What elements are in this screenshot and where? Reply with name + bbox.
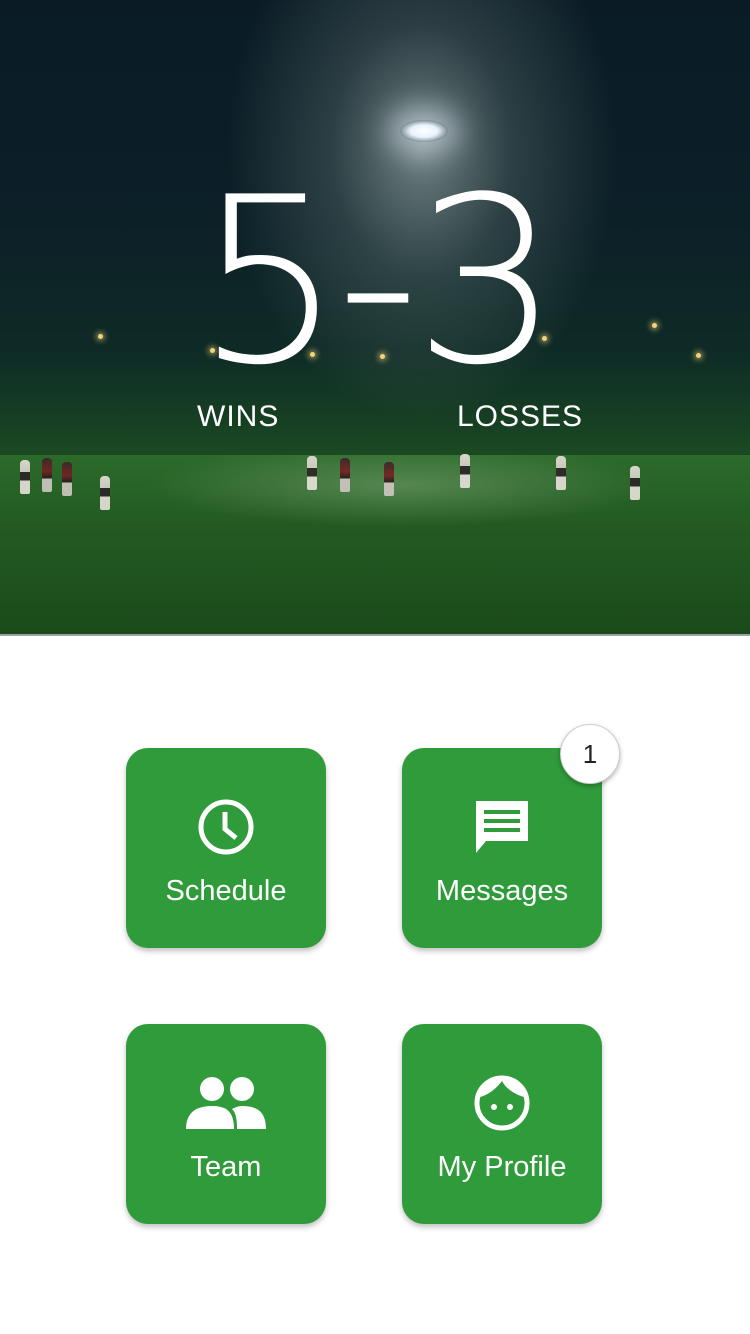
face-icon [402,1068,602,1138]
messages-label: Messages [435,875,569,907]
schedule-label: Schedule [165,875,287,907]
hero-banner: 5-3 WINS LOSSES [0,0,750,636]
clock-icon [126,792,326,862]
stadium-light [400,120,448,142]
people-icon [126,1068,326,1138]
wins-label: WINS [197,400,280,433]
my-profile-label: My Profile [437,1151,567,1183]
my-profile-button[interactable]: My Profile [402,1024,602,1224]
losses-label: LOSSES [457,400,584,433]
schedule-button[interactable]: Schedule [126,748,326,948]
win-loss-score: 5-3 [196,149,560,416]
messages-notification-badge: 1 [560,724,620,784]
team-button[interactable]: Team [126,1024,326,1224]
message-icon [402,792,602,862]
team-label: Team [190,1151,262,1183]
